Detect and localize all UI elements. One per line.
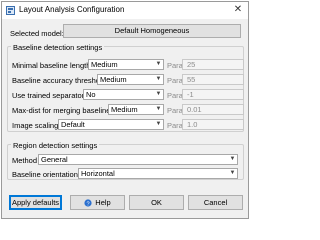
baseline-accuracy-param: 55 — [182, 74, 244, 85]
image-scaling-label: Image scaling — [12, 121, 59, 130]
chevron-down-icon: ▼ — [155, 76, 162, 82]
dialog-window: Layout Analysis Configuration ✕ Selected… — [1, 1, 249, 219]
selected-model-label: Selected model: — [10, 29, 64, 38]
max-dist-merging-param: 0.01 — [182, 104, 244, 115]
use-trained-separators-param: -1 — [182, 89, 244, 100]
baseline-accuracy-select[interactable]: Medium ▼ — [97, 74, 164, 85]
method-label: Method — [12, 156, 38, 165]
svg-text:?: ? — [87, 201, 90, 207]
close-icon[interactable]: ✕ — [231, 3, 245, 17]
min-baseline-length-label: Minimal baseline length — [12, 61, 91, 70]
chevron-down-icon: ▼ — [155, 121, 162, 127]
window-title: Layout Analysis Configuration — [19, 5, 125, 14]
help-icon: ? — [84, 199, 92, 207]
title-bar: Layout Analysis Configuration ✕ — [2, 2, 248, 19]
chevron-down-icon: ▼ — [155, 106, 162, 112]
use-trained-separators-label: Use trained separators — [12, 91, 88, 100]
image-scaling-param: 1.0 — [182, 119, 244, 130]
chevron-down-icon: ▼ — [155, 91, 162, 97]
chevron-down-icon: ▼ — [229, 170, 236, 176]
apply-defaults-button[interactable]: Apply defaults — [9, 195, 62, 210]
baseline-orientation-label: Baseline orientation — [12, 170, 78, 179]
chevron-down-icon: ▼ — [155, 61, 162, 67]
baseline-accuracy-label: Baseline accuracy threshold — [12, 76, 106, 85]
layout-window-icon — [6, 6, 15, 15]
cancel-button[interactable]: Cancel — [188, 195, 243, 210]
min-baseline-length-param: 25 — [182, 59, 244, 70]
min-baseline-length-select[interactable]: Medium ▼ — [88, 59, 164, 70]
method-select[interactable]: General ▼ — [38, 154, 238, 165]
chevron-down-icon: ▼ — [229, 156, 236, 162]
use-trained-separators-select[interactable]: No ▼ — [83, 89, 164, 100]
region-detection-title: Region detection settings — [11, 141, 100, 150]
help-button[interactable]: ? Help — [70, 195, 125, 210]
selected-model-button[interactable]: Default Homogeneous — [63, 24, 241, 38]
image-scaling-select[interactable]: Default ▼ — [58, 119, 164, 130]
help-button-label: Help — [95, 198, 111, 207]
baseline-orientation-select[interactable]: Horizontal ▼ — [78, 168, 238, 179]
baseline-detection-title: Baseline detection settings — [11, 43, 105, 52]
max-dist-merging-label: Max-dist for merging baselines — [12, 106, 115, 115]
ok-button[interactable]: OK — [129, 195, 184, 210]
max-dist-merging-select[interactable]: Medium ▼ — [108, 104, 164, 115]
